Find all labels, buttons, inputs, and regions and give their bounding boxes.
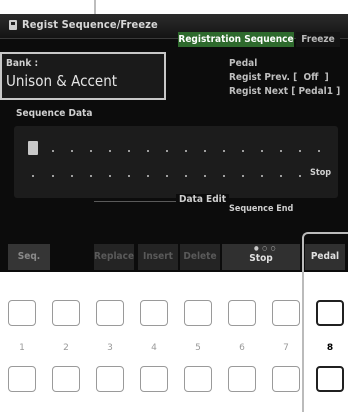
sequence-step-dot bbox=[299, 175, 301, 177]
sequence-step-dot bbox=[280, 150, 282, 152]
replace-button[interactable]: Replace bbox=[94, 244, 134, 270]
panel-button-number: 6 bbox=[239, 343, 245, 353]
panel-button-number: 2 bbox=[63, 343, 69, 353]
regist-next-setting[interactable]: Regist Next [ Pedal1 ] bbox=[229, 86, 340, 97]
sequence-data-area[interactable] bbox=[14, 126, 338, 198]
sequence-step-dot bbox=[128, 150, 130, 152]
panel-button-lower-3[interactable] bbox=[96, 366, 124, 392]
sequence-step-dot bbox=[32, 175, 34, 177]
bank-name: Unison & Accent bbox=[6, 72, 118, 90]
sequence-step-dot bbox=[90, 175, 92, 177]
sequence-step-dot bbox=[147, 150, 149, 152]
panel-button-upper-5[interactable] bbox=[184, 300, 212, 326]
sequence-step-dot bbox=[299, 150, 301, 152]
panel-button-lower-8[interactable] bbox=[316, 366, 344, 392]
panel-button-lower-6[interactable] bbox=[228, 366, 256, 392]
panel-button-upper-4[interactable] bbox=[140, 300, 168, 326]
sequence-step-dot bbox=[242, 150, 244, 152]
sequence-step-dot bbox=[52, 150, 54, 152]
sequence-data-label: Sequence Data bbox=[16, 108, 93, 119]
data-edit-label: Data Edit bbox=[176, 194, 230, 205]
sequence-step-dot bbox=[52, 175, 54, 177]
sequence-step-dot bbox=[223, 150, 225, 152]
panel-button-upper-6[interactable] bbox=[228, 300, 256, 326]
pedal-label: Pedal bbox=[229, 58, 258, 69]
panel-button-upper-2[interactable] bbox=[52, 300, 80, 326]
panel-button-lower-5[interactable] bbox=[184, 366, 212, 392]
seq-button[interactable]: Seq. bbox=[8, 244, 50, 270]
panel-button-lower-2[interactable] bbox=[52, 366, 80, 392]
sequence-step-dot bbox=[71, 150, 73, 152]
panel-button-lower-4[interactable] bbox=[140, 366, 168, 392]
panel-button-number: 8 bbox=[326, 343, 334, 353]
sequence-step-dot bbox=[280, 175, 282, 177]
sequence-step-dot bbox=[71, 175, 73, 177]
tab-registration-sequence[interactable]: Registration Sequence bbox=[178, 32, 294, 47]
sequence-step-dot bbox=[318, 150, 320, 152]
sequence-step-dot bbox=[185, 175, 187, 177]
sequence-step-dot bbox=[204, 150, 206, 152]
window-title: Regist Sequence/Freeze bbox=[22, 18, 158, 31]
panel-button-number: 3 bbox=[107, 343, 113, 353]
panel-button-number: 1 bbox=[19, 343, 25, 353]
panel-button-number: 7 bbox=[283, 343, 289, 353]
sequence-end-indicator: ● ○ ○ bbox=[254, 245, 277, 252]
sequence-stop-marker: Stop bbox=[310, 168, 332, 178]
sequence-step-dot bbox=[90, 150, 92, 152]
sequence-step-dot bbox=[166, 175, 168, 177]
regist-prev-setting[interactable]: Regist Prev. [ Off ] bbox=[229, 72, 329, 83]
memory-icon bbox=[9, 20, 17, 30]
sequence-step-dot bbox=[261, 150, 263, 152]
sequence-step-dot bbox=[109, 150, 111, 152]
panel-button-lower-7[interactable] bbox=[272, 366, 300, 392]
sequence-step-dot bbox=[261, 175, 263, 177]
sequence-step-dot bbox=[242, 175, 244, 177]
panel-button-upper-3[interactable] bbox=[96, 300, 124, 326]
panel-button-upper-7[interactable] bbox=[272, 300, 300, 326]
panel-button-upper-8[interactable] bbox=[316, 300, 344, 326]
sequence-end-label: Sequence End bbox=[229, 204, 294, 214]
bank-label: Bank : bbox=[6, 58, 39, 69]
panel-button-number: 5 bbox=[195, 343, 201, 353]
sequence-step-dot bbox=[185, 150, 187, 152]
sequence-step-dot bbox=[204, 175, 206, 177]
sequence-step-dot bbox=[109, 175, 111, 177]
sequence-step-dot bbox=[166, 150, 168, 152]
insert-button[interactable]: Insert bbox=[138, 244, 178, 270]
sequence-step-dot bbox=[223, 175, 225, 177]
sequence-step-dot bbox=[147, 175, 149, 177]
sequence-step-dot bbox=[128, 175, 130, 177]
sequence-cursor bbox=[28, 141, 38, 155]
tab-freeze[interactable]: Freeze bbox=[296, 32, 340, 47]
delete-button[interactable]: Delete bbox=[180, 244, 220, 270]
panel-button-upper-1[interactable] bbox=[8, 300, 36, 326]
panel-button-number: 4 bbox=[151, 343, 157, 353]
panel-button-lower-1[interactable] bbox=[8, 366, 36, 392]
